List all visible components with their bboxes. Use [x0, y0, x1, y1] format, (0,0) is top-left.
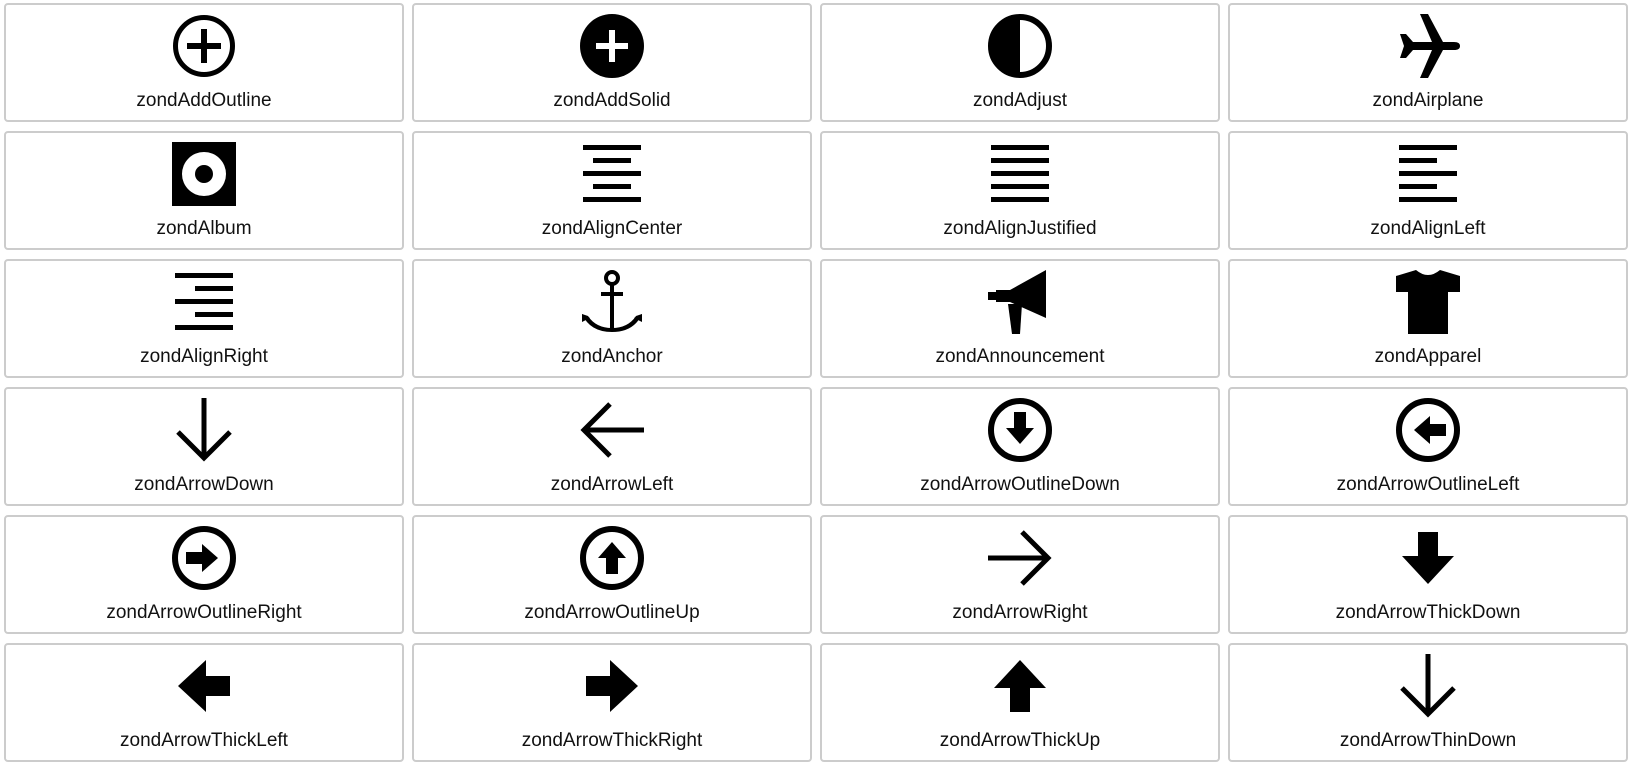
icon-card-arrow-left[interactable]: zondArrowLeft: [412, 387, 812, 506]
icon-label: zondArrowOutlineDown: [920, 474, 1120, 495]
arrow-thick-up-icon: [988, 654, 1052, 718]
arrow-outline-left-icon: [1396, 398, 1460, 462]
icon-card-airplane[interactable]: zondAirplane: [1228, 3, 1628, 122]
arrow-outline-down-icon: [988, 398, 1052, 462]
icon-card-arrow-outline-down[interactable]: zondArrowOutlineDown: [820, 387, 1220, 506]
icon-card-arrow-thick-left[interactable]: zondArrowThickLeft: [4, 643, 404, 762]
icon-label: zondAnnouncement: [935, 346, 1105, 367]
icon-card-arrow-outline-left[interactable]: zondArrowOutlineLeft: [1228, 387, 1628, 506]
icon-label: zondArrowOutlineUp: [524, 602, 700, 623]
align-center-icon: [580, 142, 644, 206]
icon-label: zondArrowThickRight: [521, 730, 703, 751]
icon-label: zondArrowRight: [952, 602, 1088, 623]
icon-card-align-justified[interactable]: zondAlignJustified: [820, 131, 1220, 250]
icon-card-add-solid[interactable]: zondAddSolid: [412, 3, 812, 122]
announcement-icon: [988, 270, 1052, 334]
icon-label: zondAdjust: [972, 90, 1067, 111]
align-justified-icon: [988, 142, 1052, 206]
icon-label: zondAddOutline: [136, 90, 272, 111]
arrow-thin-down-icon: [1396, 654, 1460, 718]
add-outline-icon: [172, 14, 236, 78]
arrow-left-icon: [580, 398, 644, 462]
icon-card-arrow-right[interactable]: zondArrowRight: [820, 515, 1220, 634]
icon-card-arrow-thick-down[interactable]: zondArrowThickDown: [1228, 515, 1628, 634]
icon-label: zondArrowThickLeft: [120, 730, 288, 751]
icon-card-apparel[interactable]: zondApparel: [1228, 259, 1628, 378]
icon-label: zondArrowThinDown: [1339, 730, 1517, 751]
icon-label: zondAlignCenter: [541, 218, 683, 239]
icon-card-align-left[interactable]: zondAlignLeft: [1228, 131, 1628, 250]
icon-card-arrow-thick-up[interactable]: zondArrowThickUp: [820, 643, 1220, 762]
arrow-down-icon: [172, 398, 236, 462]
arrow-right-icon: [988, 526, 1052, 590]
icon-label: zondArrowDown: [134, 474, 274, 495]
icon-card-arrow-thick-right[interactable]: zondArrowThickRight: [412, 643, 812, 762]
adjust-icon: [988, 14, 1052, 78]
icon-label: zondArrowLeft: [550, 474, 674, 495]
icon-card-align-right[interactable]: zondAlignRight: [4, 259, 404, 378]
icon-grid: zondAddOutline zondAddSolid zondAdjust z…: [0, 0, 1632, 768]
icon-card-album[interactable]: zondAlbum: [4, 131, 404, 250]
arrow-thick-down-icon: [1396, 526, 1460, 590]
icon-card-anchor[interactable]: zondAnchor: [412, 259, 812, 378]
icon-label: zondAddSolid: [553, 90, 671, 111]
arrow-outline-right-icon: [172, 526, 236, 590]
icon-label: zondAlignJustified: [943, 218, 1097, 239]
icon-label: zondAirplane: [1372, 90, 1484, 111]
icon-label: zondAlignLeft: [1370, 218, 1486, 239]
icon-label: zondAlignRight: [140, 346, 268, 367]
icon-card-arrow-thin-down[interactable]: zondArrowThinDown: [1228, 643, 1628, 762]
icon-label: zondArrowOutlineLeft: [1336, 474, 1520, 495]
album-icon: [172, 142, 236, 206]
anchor-icon: [580, 270, 644, 334]
icon-label: zondArrowThickDown: [1335, 602, 1521, 623]
icon-card-arrow-outline-up[interactable]: zondArrowOutlineUp: [412, 515, 812, 634]
arrow-outline-up-icon: [580, 526, 644, 590]
arrow-thick-right-icon: [580, 654, 644, 718]
icon-label: zondArrowThickUp: [939, 730, 1101, 751]
icon-card-arrow-down[interactable]: zondArrowDown: [4, 387, 404, 506]
align-left-icon: [1396, 142, 1460, 206]
icon-card-arrow-outline-right[interactable]: zondArrowOutlineRight: [4, 515, 404, 634]
apparel-icon: [1396, 270, 1460, 334]
icon-label: zondArrowOutlineRight: [106, 602, 302, 623]
arrow-thick-left-icon: [172, 654, 236, 718]
airplane-icon: [1396, 14, 1460, 78]
icon-card-adjust[interactable]: zondAdjust: [820, 3, 1220, 122]
icon-label: zondAnchor: [561, 346, 663, 367]
icon-card-announcement[interactable]: zondAnnouncement: [820, 259, 1220, 378]
icon-label: zondAlbum: [156, 218, 252, 239]
icon-label: zondApparel: [1374, 346, 1482, 367]
add-solid-icon: [580, 14, 644, 78]
icon-card-add-outline[interactable]: zondAddOutline: [4, 3, 404, 122]
icon-card-align-center[interactable]: zondAlignCenter: [412, 131, 812, 250]
align-right-icon: [172, 270, 236, 334]
